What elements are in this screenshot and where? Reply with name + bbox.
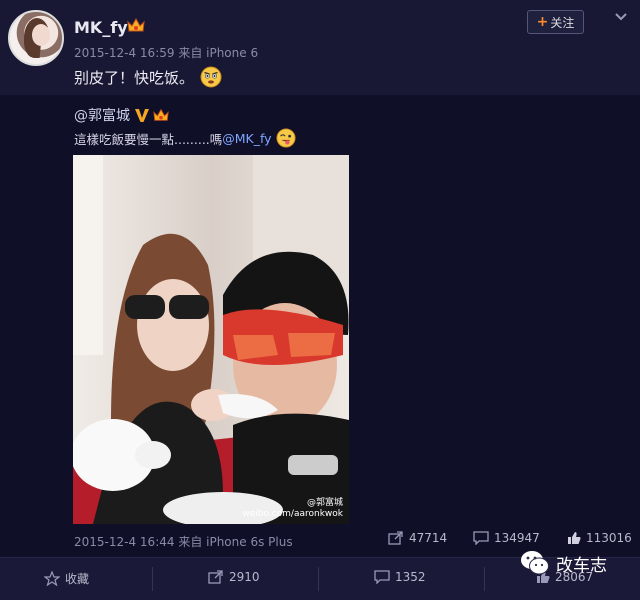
- star-icon: [44, 571, 60, 586]
- photo-watermark-url: weibo.com/aaronkwok: [242, 509, 343, 519]
- comment-count: 1352: [395, 570, 426, 584]
- post-photo[interactable]: @郭富城 weibo.com/aaronkwok: [73, 155, 349, 524]
- angry-face-icon: [200, 66, 222, 88]
- post-meta: 2015-12-4 16:59 来自 iPhone 6: [74, 46, 259, 60]
- repost-like-value: 113016: [586, 531, 632, 545]
- crown-icon: [153, 108, 169, 121]
- repost-button[interactable]: 2910: [208, 570, 260, 584]
- divider: [318, 567, 319, 591]
- comment-icon: [473, 531, 489, 545]
- wechat-icon: [521, 551, 549, 575]
- repost-meta: 2015-12-4 16:44 来自 iPhone 6s Plus: [74, 535, 293, 549]
- photo-illustration: [73, 155, 349, 524]
- post-text-content: 别皮了！快吃饭。: [74, 68, 195, 87]
- divider: [484, 567, 485, 591]
- divider: [152, 567, 153, 591]
- favorite-label: 收藏: [65, 572, 90, 586]
- watermark-label: 改车志: [556, 555, 607, 576]
- follow-button[interactable]: + 关注: [527, 10, 584, 34]
- repost-comment-count[interactable]: 134947: [473, 531, 540, 545]
- repost-share-count[interactable]: 47714: [388, 531, 447, 545]
- tongue-face-icon: [276, 128, 296, 148]
- crown-icon: [127, 17, 145, 32]
- repost-like-count[interactable]: 113016: [567, 531, 632, 545]
- repost-text: 這樣吃飯要慢一點.........嗎 @MK_fy: [74, 128, 296, 148]
- repost-username[interactable]: @郭富城: [74, 105, 130, 125]
- mention-link[interactable]: @MK_fy: [222, 131, 271, 146]
- repost-count: 2910: [229, 570, 260, 584]
- plus-icon: +: [536, 14, 549, 30]
- repost-text-content: 這樣吃飯要慢一點.........嗎: [74, 131, 223, 147]
- repost-author[interactable]: @郭富城: [74, 105, 170, 125]
- thumbs-up-icon: [568, 532, 581, 544]
- share-icon: [208, 570, 223, 584]
- avatar[interactable]: [8, 10, 64, 66]
- post-text: 别皮了！快吃饭。: [74, 66, 222, 88]
- repost-share-value: 47714: [409, 531, 448, 545]
- post-username[interactable]: MK_fy: [74, 18, 128, 37]
- favorite-button[interactable]: 收藏: [44, 570, 89, 587]
- verified-v-icon: [135, 109, 149, 122]
- chevron-down-icon[interactable]: [614, 12, 628, 22]
- channel-watermark: 改车志: [520, 550, 607, 576]
- follow-label: 关注: [550, 15, 575, 30]
- comment-button[interactable]: 1352: [374, 570, 426, 584]
- photo-watermark-name: @郭富城: [306, 498, 343, 508]
- photo-watermark: @郭富城 weibo.com/aaronkwok: [242, 498, 343, 520]
- comment-icon: [374, 570, 390, 584]
- share-icon: [388, 531, 403, 545]
- repost-comment-value: 134947: [494, 531, 540, 545]
